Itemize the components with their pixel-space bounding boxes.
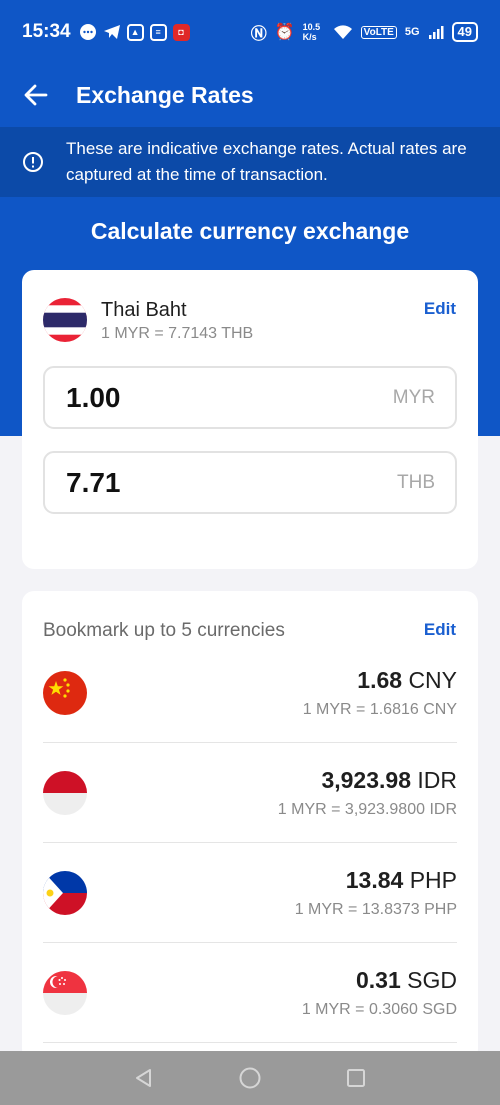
bookmark-row-php[interactable]: 13.84 PHP 1 MYR = 13.8373 PHP (43, 843, 457, 943)
calculator-card: Thai Baht 1 MYR = 7.7143 THB Edit 1.00 M… (22, 270, 478, 569)
bookmark-value: 13.84 (345, 867, 404, 893)
bookmark-code: PHP (409, 867, 457, 893)
bookmark-rate: 1 MYR = 13.8373 PHP (294, 901, 457, 918)
philippines-flag-icon (43, 871, 87, 915)
bookmark-code: SGD (407, 967, 457, 993)
triangle-back-icon (136, 1069, 151, 1087)
notification-icons: ▲ ≡ ◘ (79, 23, 190, 41)
status-bar: 15:34 ▲ ≡ ◘ Ⓝ ⏰ 10.5 K/s VoLTE 5G 49 (0, 0, 500, 64)
bookmarks-title: Bookmark up to 5 currencies (43, 620, 285, 641)
nfc-icon: Ⓝ (250, 26, 267, 43)
app-bar: Exchange Rates (0, 64, 500, 126)
bookmark-row-sgd[interactable]: 0.31 SGD 1 MYR = 0.3060 SGD (43, 943, 457, 1043)
info-circle-icon (0, 151, 66, 173)
to-amount-value: 7.71 (66, 466, 121, 498)
bookmark-value: 0.31 (356, 967, 401, 993)
chat-bubble-icon (79, 24, 96, 40)
system-nav-bar (0, 1051, 500, 1105)
selected-currency-rate: 1 MYR = 7.7143 THB (101, 325, 254, 342)
signal-bars-icon (428, 26, 444, 39)
network-speed: 10.5 K/s (302, 22, 321, 42)
bookmark-value: 3,923.98 (321, 767, 411, 793)
from-amount-field[interactable]: 1.00 MYR (43, 366, 457, 429)
bookmark-code: CNY (408, 667, 457, 693)
bookmark-amount: 13.84 PHP (346, 867, 457, 894)
bookmark-rate: 1 MYR = 3,923.9800 IDR (277, 801, 457, 818)
back-button[interactable] (0, 82, 76, 108)
calculator-title: Calculate currency exchange (90, 218, 410, 244)
circle-home-icon (239, 1067, 261, 1089)
nav-recents-button[interactable] (340, 1062, 372, 1094)
bookmark-code: IDR (417, 767, 457, 793)
to-amount-field[interactable]: 7.71 THB (43, 451, 457, 514)
bookmark-amount: 3,923.98 IDR (321, 767, 457, 794)
bookmark-value: 1.68 (357, 667, 403, 693)
bookmark-row-idr[interactable]: 3,923.98 IDR 1 MYR = 3,923.9800 IDR (43, 743, 457, 843)
alarm-icon: ⏰ (274, 24, 295, 41)
edit-currency-button[interactable]: Edit (424, 299, 456, 319)
rates-notice-banner: These are indicative exchange rates. Act… (0, 127, 500, 197)
row-divider (43, 1042, 457, 1043)
singapore-flag-icon (43, 971, 87, 1015)
telegram-icon (103, 25, 120, 39)
from-amount-value: 1.00 (66, 381, 121, 413)
bookmark-rate: 1 MYR = 1.6816 CNY (302, 701, 457, 718)
china-flag-icon (43, 671, 87, 715)
nav-home-button[interactable] (234, 1062, 266, 1094)
volte-label: VoLTE (360, 25, 397, 39)
wifi-icon (333, 25, 352, 39)
edit-bookmarks-button[interactable]: Edit (424, 620, 456, 640)
notice-text: These are indicative exchange rates. Act… (66, 139, 467, 184)
battery-indicator: 49 (451, 22, 478, 42)
to-currency-code: THB (397, 471, 435, 493)
thailand-flag-icon (43, 298, 87, 342)
bookmarks-card: Bookmark up to 5 currencies Edit 1.68 CN… (22, 591, 478, 1061)
bookmark-row-cny[interactable]: 1.68 CNY 1 MYR = 1.6816 CNY (43, 643, 457, 743)
bookmark-rate: 1 MYR = 0.3060 SGD (301, 1001, 457, 1018)
selected-currency-name: Thai Baht (101, 299, 187, 321)
page-title: Exchange Rates (76, 81, 254, 108)
app-red-notification-icon: ◘ (172, 23, 190, 41)
bookmark-amount: 1.68 CNY (357, 667, 457, 694)
status-time: 15:34 (22, 21, 71, 42)
bookmark-amount: 0.31 SGD (356, 967, 457, 994)
from-currency-code: MYR (392, 386, 435, 408)
nav-back-button[interactable] (128, 1062, 160, 1094)
indonesia-flag-icon (43, 771, 87, 815)
image-icon: ▲ (126, 23, 144, 41)
app-notification-icon: ≡ (149, 23, 167, 41)
arrow-left-icon (24, 84, 48, 106)
status-right-icons: Ⓝ ⏰ 10.5 K/s VoLTE 5G 49 (251, 20, 478, 44)
signal-label: 5G (404, 26, 420, 38)
square-recents-icon (347, 1069, 365, 1087)
